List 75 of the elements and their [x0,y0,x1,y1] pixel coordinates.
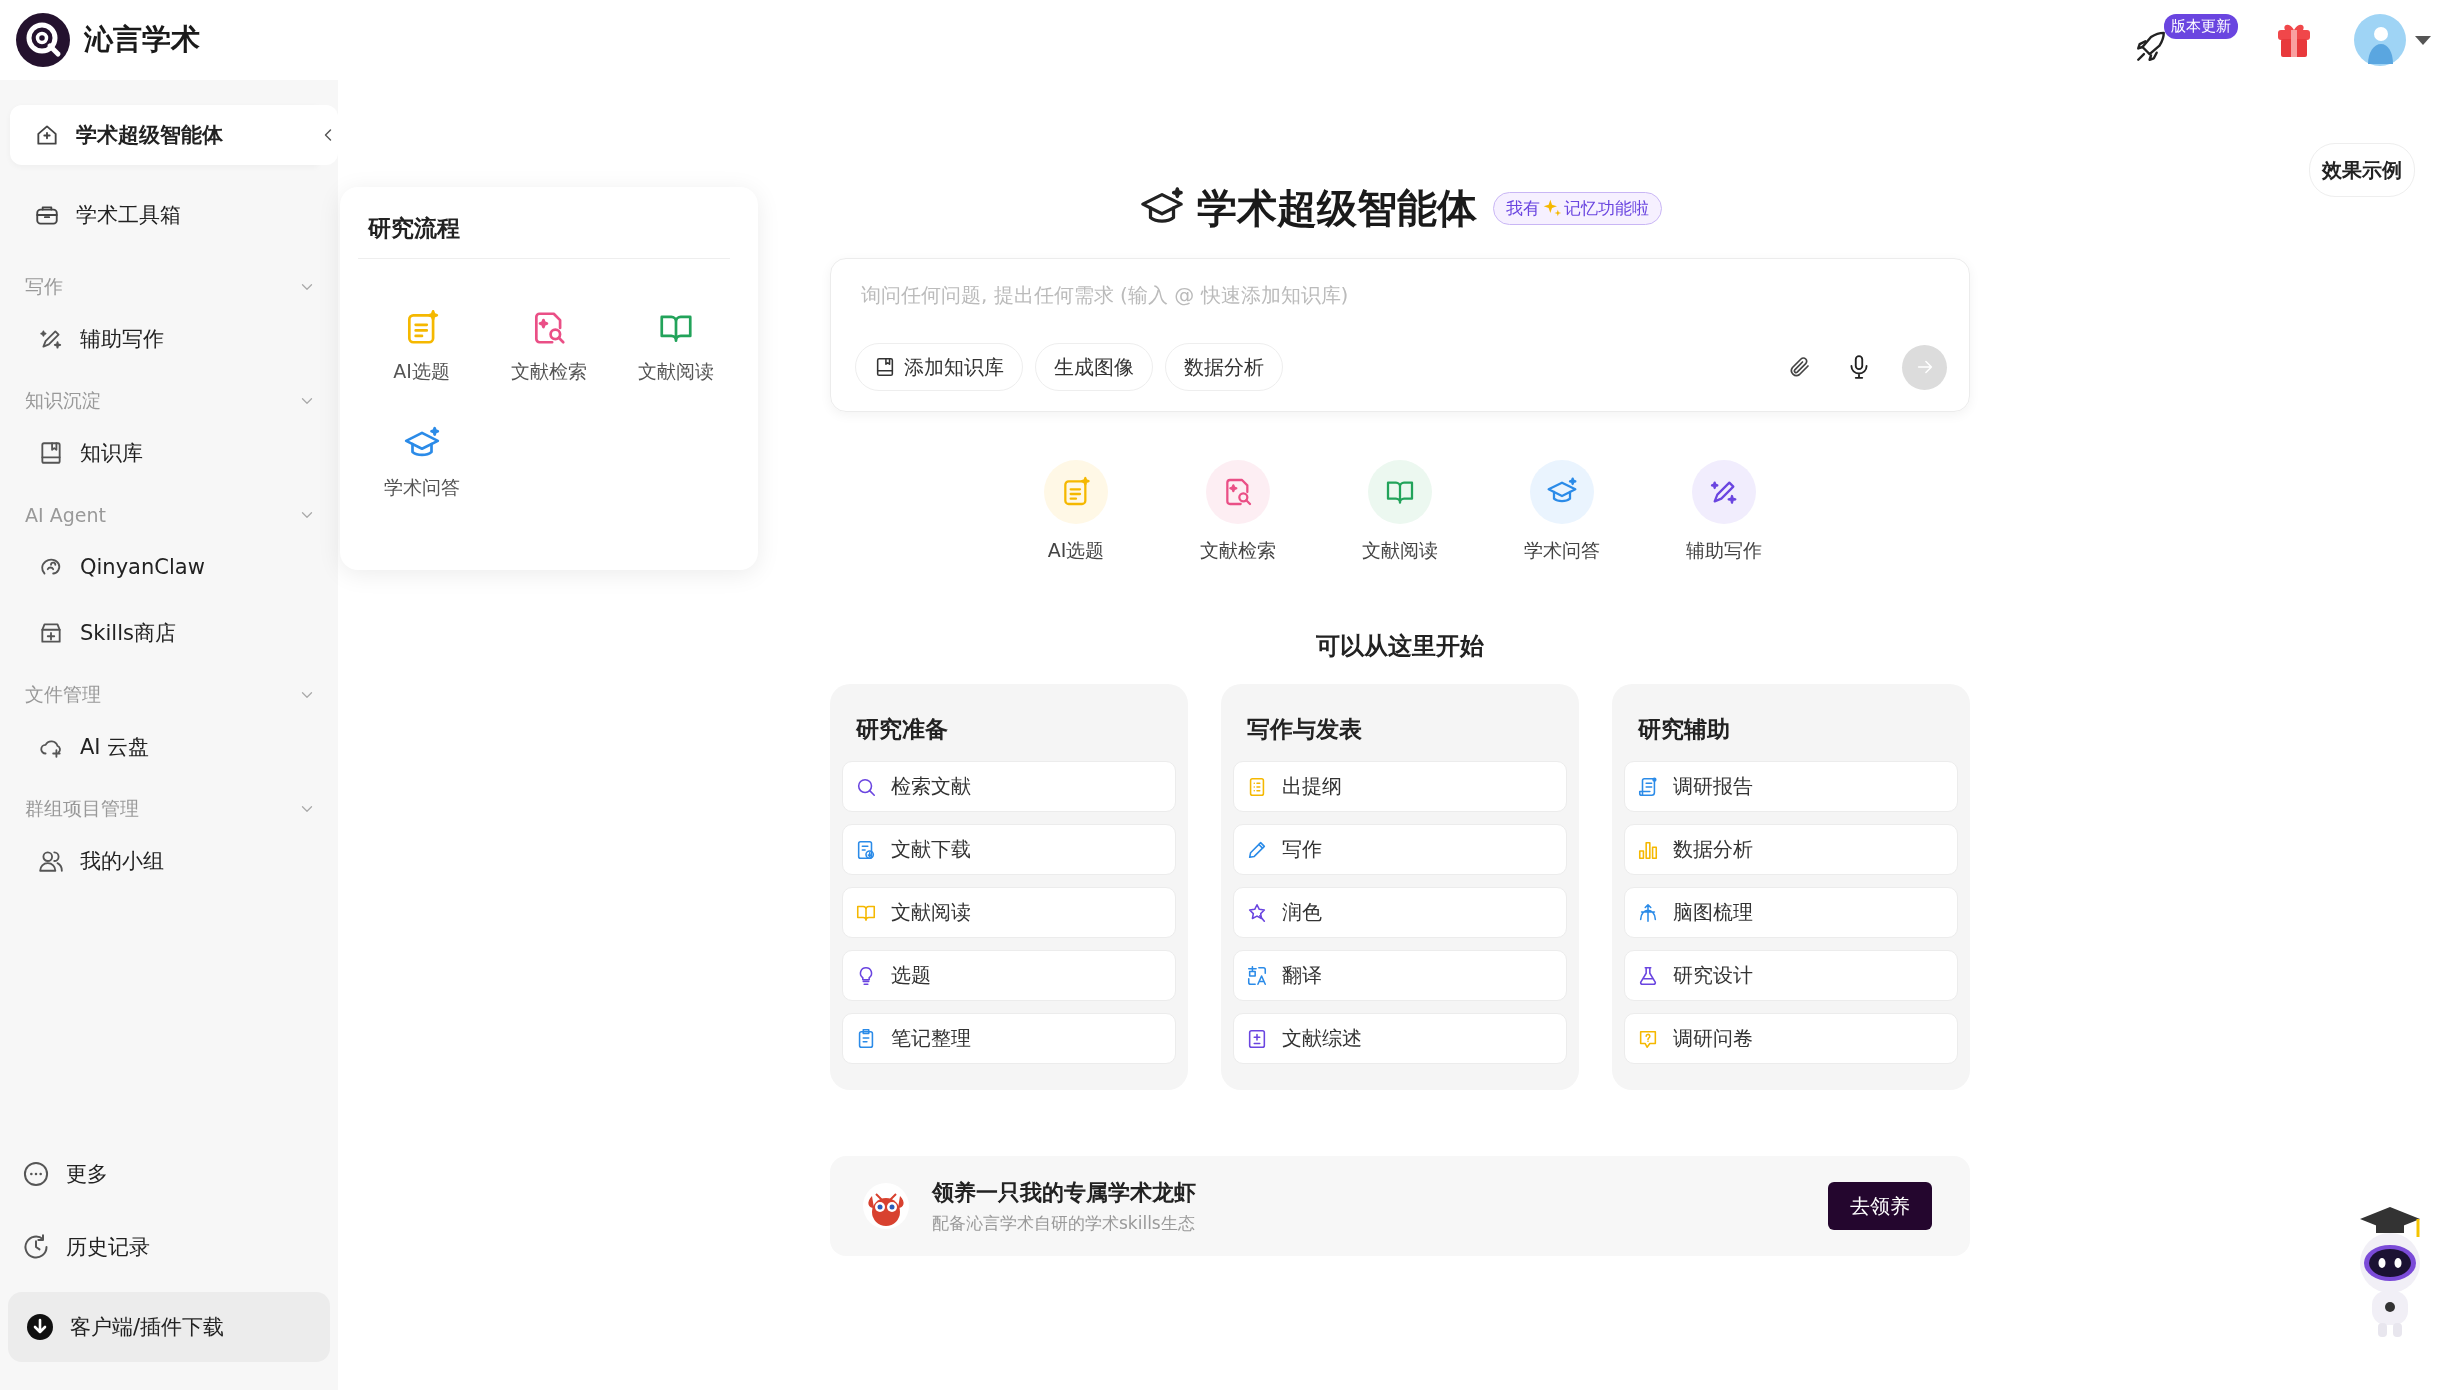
tool-item[interactable]: 学术问答 [358,425,485,501]
nav-item[interactable]: 更多 [0,1146,338,1202]
report-icon [1637,775,1659,798]
shortcut-item[interactable]: 润色 [1233,887,1567,938]
update-badge[interactable]: 版本更新 [2164,14,2238,39]
translate-icon [1246,964,1268,987]
avatar[interactable] [2354,14,2406,66]
nav-item[interactable]: AI 云盘 [0,719,318,775]
nav-item[interactable]: 学术工具箱 [10,187,318,243]
logo-icon [16,13,70,67]
tool-item[interactable]: 文献检索 [485,309,612,385]
download-button[interactable]: 客户端/插件下载 [8,1292,330,1362]
shortcut-item[interactable]: 文献综述 [1233,1013,1567,1064]
tool-item[interactable]: AI选题 [995,460,1157,564]
shortcut-item[interactable]: 文献下载 [842,824,1176,875]
paperclip-icon [1788,355,1812,379]
shortcut-item[interactable]: 文献阅读 [842,887,1176,938]
shortcut-item[interactable]: 调研问卷 [1624,1013,1958,1064]
flask-icon [1637,964,1659,987]
lobster-mascot-icon [862,1182,910,1230]
page-title: 学术超级智能体 [1196,183,1477,233]
nav-item[interactable]: 知识库 [0,425,318,481]
nav-item[interactable]: Skills商店 [0,605,318,661]
sparkle-wand-icon [1246,901,1268,924]
sparkle-icon [1541,198,1562,218]
banner-title: 领养一只我的专属学术龙虾 [932,1178,1197,1207]
history-icon [22,1233,50,1261]
nav-item[interactable]: QinyanClaw [0,539,318,595]
shortcut-item[interactable]: 出提纲 [1233,761,1567,812]
shortcut-item[interactable]: 检索文献 [842,761,1176,812]
store-icon [38,620,64,646]
tool-item[interactable]: 文献阅读 [1319,460,1481,564]
notebook-icon [874,356,896,378]
card-title: 研究辅助 [1637,715,1731,744]
file-download-icon [855,838,877,861]
section-title: 可以从这里开始 [1316,631,1484,662]
caret-icon[interactable] [2414,34,2432,46]
tool-item[interactable]: 文献检索 [1157,460,1319,564]
document-plus-icon [1246,1027,1268,1050]
nav-item[interactable]: 辅助写作 [0,311,318,367]
shortcut-item[interactable]: 写作 [1233,824,1567,875]
banner-subtitle: 配备沁言学术自研的学术skills生态 [932,1211,1196,1235]
people-icon [38,848,64,874]
shortcut-item[interactable]: 脑图梳理 [1624,887,1958,938]
chip-button[interactable]: 生成图像 [1035,343,1153,391]
nav-item[interactable]: 学术超级智能体 [10,105,318,165]
download-icon [26,1313,54,1341]
badge-text: 记忆功能啦 [1563,196,1649,220]
shortcut-item[interactable]: 笔记整理 [842,1013,1176,1064]
badge-text: 我有 [1505,196,1540,220]
adopt-button[interactable]: 去领养 [1828,1182,1932,1230]
popup-title: 研究流程 [358,213,730,259]
shortcut-item[interactable]: 调研报告 [1624,761,1958,812]
chip-button[interactable]: 添加知识库 [855,343,1023,391]
tool-item[interactable]: 学术问答 [1481,460,1643,564]
tool-item[interactable]: 文献阅读 [612,309,739,385]
card-title: 写作与发表 [1246,715,1363,744]
nav-item[interactable]: 历史记录 [0,1219,338,1275]
mindmap-icon [1637,901,1659,924]
more-icon [22,1160,50,1188]
card-title: 研究准备 [855,715,949,744]
notebook-icon [38,440,64,466]
nav-item[interactable]: 我的小组 [0,833,318,889]
chat-input[interactable]: 询问任何问题, 提出任何需求 (输入 @ 快速添加知识库) 添加知识库 生成图像 数据分析 [830,258,1970,412]
shortcut-item[interactable]: 数据分析 [1624,824,1958,875]
example-button[interactable]: 效果示例 [2309,143,2415,197]
tool-item[interactable]: AI选题 [358,309,485,385]
shortcut-item[interactable]: 研究设计 [1624,950,1958,1001]
tool-item[interactable]: 辅助写作 [1643,460,1805,564]
brand-name: 沁言学术 [84,21,200,58]
chip-button[interactable]: 数据分析 [1165,343,1283,391]
attach-button[interactable] [1788,355,1812,379]
shortcut-item[interactable]: 选题 [842,950,1176,1001]
shortcut-item[interactable]: 翻译 [1233,950,1567,1001]
rocket-icon [2134,30,2168,64]
